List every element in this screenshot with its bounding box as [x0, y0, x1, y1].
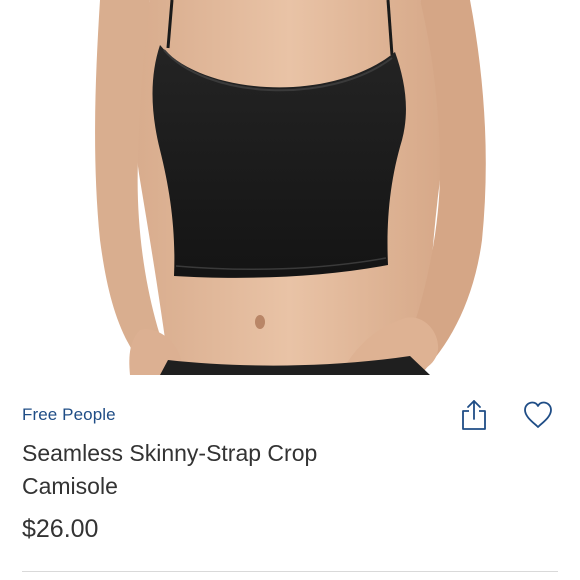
share-button[interactable] [456, 397, 492, 433]
product-price: $26.00 [22, 515, 99, 543]
heart-icon [524, 401, 552, 428]
share-icon [462, 400, 486, 430]
brand-link[interactable]: Free People [22, 405, 116, 425]
product-title: Seamless Skinny-Strap Crop Camisole [22, 440, 318, 499]
like-button[interactable] [520, 397, 556, 433]
product-photo [0, 0, 580, 375]
divider [22, 571, 558, 572]
product-info: Free People Seamless Skinny-Strap Crop C… [0, 375, 580, 580]
